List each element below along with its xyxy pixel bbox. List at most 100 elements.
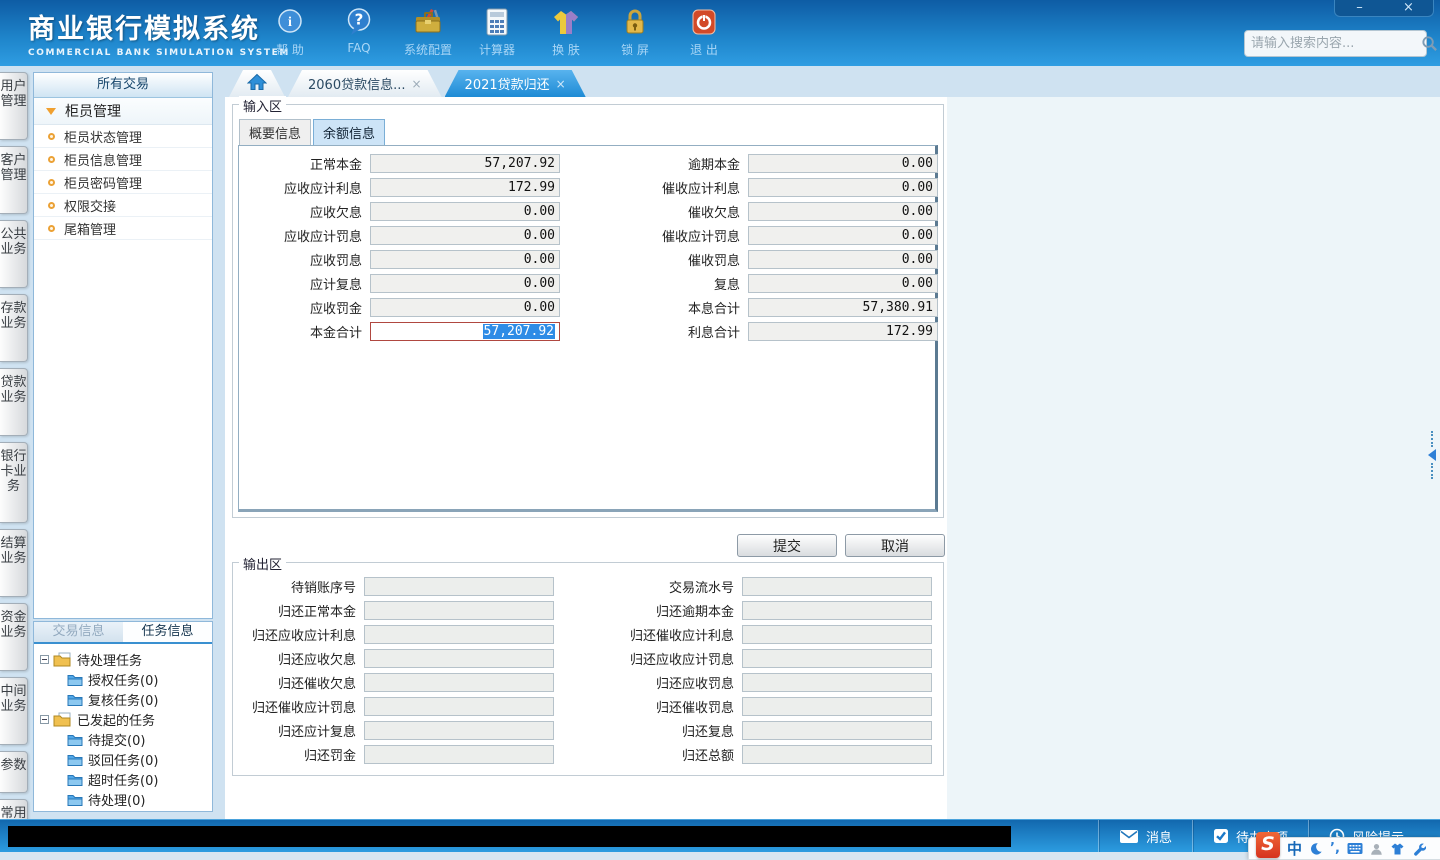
field-input-逾期本金[interactable]: 0.00 [748,154,938,173]
tree-node-parent[interactable]: 待处理任务 [40,649,210,669]
field-input-本金合计[interactable]: 57,207.92 [370,322,560,341]
keyboard-icon[interactable] [1347,842,1363,855]
field-input-应收罚金[interactable]: 0.00 [370,298,560,317]
sogou-logo-icon[interactable]: S [1256,831,1280,858]
toolbar-item-skin[interactable]: 换 肤 [538,6,594,58]
input-tab-概要信息[interactable]: 概要信息 [239,119,312,145]
toolbar-item-help[interactable]: i 帮 助 [262,6,318,58]
rail-tab-用户管理[interactable]: 用户管理 [0,72,28,140]
rail-tab-参数[interactable]: 参数 [0,751,28,793]
field-input-归还应收欠息[interactable] [364,649,554,668]
sidebar-group-teller-management[interactable]: 柜员管理 [34,98,212,125]
field-input-本息合计[interactable]: 57,380.91 [748,298,938,317]
field-input-归还逾期本金[interactable] [742,601,932,620]
tab-home[interactable] [229,70,285,97]
tab-close-icon[interactable]: × [411,77,421,91]
close-button[interactable]: × [1384,0,1433,16]
search-icon[interactable] [1421,35,1438,52]
field-label: 归还罚金 [303,749,356,764]
sidebar-item-label: 柜员密码管理 [64,176,143,192]
rail-tab-结算业务[interactable]: 结算业务 [0,529,28,597]
minimize-button[interactable]: – [1335,0,1384,16]
tree-node-leaf[interactable]: 待提交(0) [67,729,210,749]
field-input-应收欠息[interactable]: 0.00 [370,202,560,221]
field-input-归还应收应计利息[interactable] [364,625,554,644]
drag-dots-icon [1431,463,1433,479]
field-input-催收罚息[interactable]: 0.00 [748,250,938,269]
sidebar-item[interactable]: 柜员密码管理 [34,171,212,194]
collapse-panel-handle[interactable] [1426,427,1438,483]
shirt-skin-icon[interactable] [1390,842,1405,856]
toolbar-item-faq[interactable]: ? FAQ [331,6,387,58]
cancel-button[interactable]: 取消 [845,534,945,557]
moon-icon[interactable] [1309,842,1323,856]
toolbar-item-exit[interactable]: 退 出 [676,6,732,58]
tree-node-leaf[interactable]: 驳回任务(0) [67,749,210,769]
field-input-待销账序号[interactable] [364,577,554,596]
collapse-box-icon[interactable] [40,714,49,724]
rail-tab-存款业务[interactable]: 存款业务 [0,294,28,362]
field-input-归还应收罚息[interactable] [742,673,932,692]
tree-node-label: 授权任务(0) [88,673,159,689]
field-input-应计复息[interactable]: 0.00 [370,274,560,293]
field-input-归还应计复息[interactable] [364,721,554,740]
tab-2021贷款归还[interactable]: 2021贷款归还 × [445,70,586,97]
sidebar-item[interactable]: 权限交接 [34,194,212,217]
search-box[interactable] [1244,30,1437,57]
task-panel-tab[interactable]: 交易信息 [34,622,123,642]
tree-node-leaf[interactable]: 复核任务(0) [67,689,210,709]
toolbar-item-config[interactable]: 系统配置 [400,6,456,58]
tree-node-leaf[interactable]: 待处理(0) [67,789,210,809]
tree-node-leaf[interactable]: 超时任务(0) [67,769,210,789]
field-input-催收欠息[interactable]: 0.00 [748,202,938,221]
collapse-box-icon[interactable] [40,654,49,664]
ime-language-toggle[interactable]: 中 [1287,838,1302,859]
folder-icon [67,753,83,766]
field-input-归还正常本金[interactable] [364,601,554,620]
rail-tab-公共业务[interactable]: 公共业务 [0,220,28,288]
field-input-正常本金[interactable]: 57,207.92 [370,154,560,173]
status-button-msg[interactable]: 消息 [1097,820,1192,852]
field-input-应收应计罚息[interactable]: 0.00 [370,226,560,245]
field-input-利息合计[interactable]: 172.99 [748,322,938,341]
field-input-归还催收欠息[interactable] [364,673,554,692]
selected-text: 57,207.92 [482,324,555,339]
field-input-应收罚息[interactable]: 0.00 [370,250,560,269]
field-input-应收应计利息[interactable]: 172.99 [370,178,560,197]
field-input-归还总额[interactable] [742,745,932,764]
field-input-复息[interactable]: 0.00 [748,274,938,293]
user-icon[interactable] [1370,842,1383,856]
field-input-归还催收应计罚息[interactable] [364,697,554,716]
rail-tab-资金业务[interactable]: 资金业务 [0,603,28,671]
document-tabbar: 2060贷款信息... × 2021贷款归还 × [225,70,1440,97]
tab-2060贷款信息...[interactable]: 2060贷款信息... × [288,70,442,97]
submit-button[interactable]: 提交 [737,534,837,557]
input-tab-余额信息[interactable]: 余额信息 [313,119,386,145]
field-input-归还罚金[interactable] [364,745,554,764]
sidebar-item[interactable]: 柜员状态管理 [34,125,212,148]
punctuation-toggle[interactable]: ’, [1330,841,1340,856]
field-input-归还复息[interactable] [742,721,932,740]
tab-close-icon[interactable]: × [556,77,566,91]
field-label: 应计复息 [309,278,362,293]
field-input-归还催收应计利息[interactable] [742,625,932,644]
tree-node-parent[interactable]: 已发起的任务 [40,709,210,729]
bullet-icon [48,224,55,232]
field-input-交易流水号[interactable] [742,577,932,596]
field-input-催收应计利息[interactable]: 0.00 [748,178,938,197]
search-input[interactable] [1251,36,1421,51]
field-input-归还催收罚息[interactable] [742,697,932,716]
task-panel-tab[interactable]: 任务信息 [123,622,212,642]
field-input-催收应计罚息[interactable]: 0.00 [748,226,938,245]
tree-node-leaf[interactable]: 授权任务(0) [67,669,210,689]
rail-tab-贷款业务[interactable]: 贷款业务 [0,368,28,436]
rail-tab-中间业务[interactable]: 中间业务 [0,677,28,745]
rail-tab-银行卡业务[interactable]: 银行卡业务 [0,442,28,523]
sidebar-item[interactable]: 尾箱管理 [34,217,212,240]
field-input-归还应收应计罚息[interactable] [742,649,932,668]
wrench-icon[interactable] [1412,842,1426,856]
toolbar-item-lock[interactable]: 锁 屏 [607,6,663,58]
toolbar-item-calc[interactable]: 计算器 [469,6,525,58]
sidebar-item[interactable]: 柜员信息管理 [34,148,212,171]
rail-tab-客户管理[interactable]: 客户管理 [0,146,28,214]
